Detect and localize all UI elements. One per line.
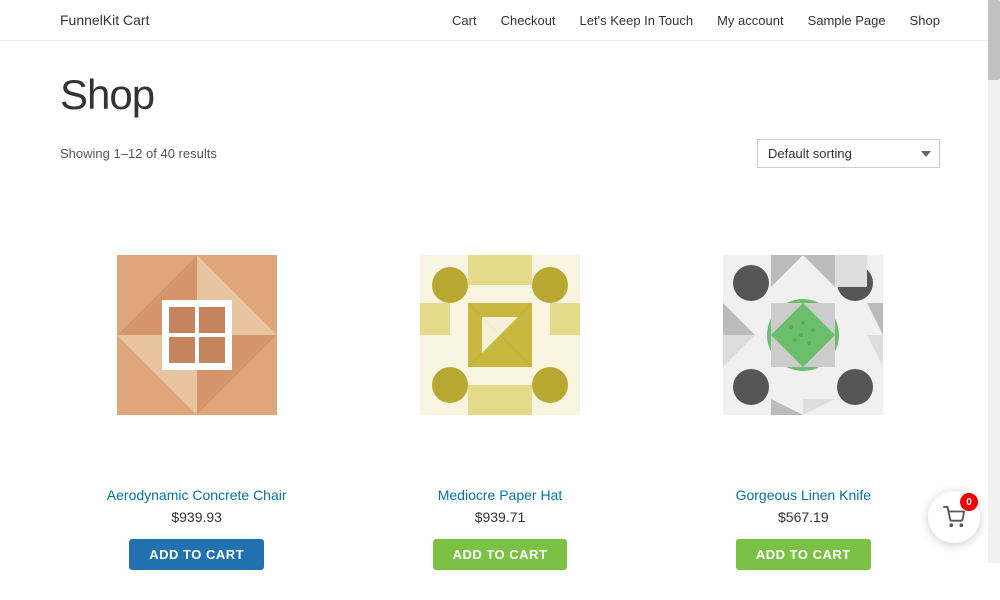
nav-shop[interactable]: Shop — [910, 13, 940, 28]
sort-select[interactable]: Default sorting Sort by popularity Sort … — [757, 139, 940, 168]
nav-checkout[interactable]: Checkout — [501, 13, 556, 28]
nav-keep-in-touch[interactable]: Let's Keep In Touch — [580, 13, 694, 28]
add-to-cart-button-2[interactable]: Add to cart — [433, 539, 568, 570]
product-card-3: Gorgeous Linen Knife $567.19 Add to cart — [667, 198, 940, 570]
main-content: Shop Showing 1–12 of 40 results Default … — [0, 41, 1000, 600]
shop-meta-bar: Showing 1–12 of 40 results Default sorti… — [60, 139, 940, 168]
cart-icon — [943, 506, 965, 528]
product-name-2: Mediocre Paper Hat — [363, 487, 636, 503]
product-name-3: Gorgeous Linen Knife — [667, 487, 940, 503]
add-to-cart-button-1[interactable]: Add to cart — [129, 539, 264, 570]
nav-sample-page[interactable]: Sample Page — [808, 13, 886, 28]
product-price-3: $567.19 — [667, 509, 940, 525]
page-title: Shop — [60, 71, 940, 119]
product-image-1 — [60, 198, 333, 471]
site-logo[interactable]: FunnelKit Cart — [60, 12, 149, 28]
add-to-cart-button-3[interactable]: Add to cart — [736, 539, 871, 570]
nav-my-account[interactable]: My account — [717, 13, 783, 28]
products-grid: Aerodynamic Concrete Chair $939.93 Add t… — [60, 198, 940, 570]
product-image-2 — [363, 198, 636, 471]
product-image-3 — [667, 198, 940, 471]
product-name-1: Aerodynamic Concrete Chair — [60, 487, 333, 503]
product-card-1: Aerodynamic Concrete Chair $939.93 Add t… — [60, 198, 333, 570]
product-price-1: $939.93 — [60, 509, 333, 525]
scrollbar-track[interactable] — [988, 0, 1000, 563]
results-count: Showing 1–12 of 40 results — [60, 146, 217, 161]
cart-badge: 0 — [960, 493, 978, 511]
product-price-2: $939.71 — [363, 509, 636, 525]
cart-bubble[interactable]: 0 — [928, 491, 980, 543]
nav-cart[interactable]: Cart — [452, 13, 477, 28]
main-nav: Cart Checkout Let's Keep In Touch My acc… — [452, 13, 940, 28]
site-header: FunnelKit Cart Cart Checkout Let's Keep … — [0, 0, 1000, 41]
scrollbar-thumb[interactable] — [988, 0, 1000, 80]
product-card-2: Mediocre Paper Hat $939.71 Add to cart — [363, 198, 636, 570]
